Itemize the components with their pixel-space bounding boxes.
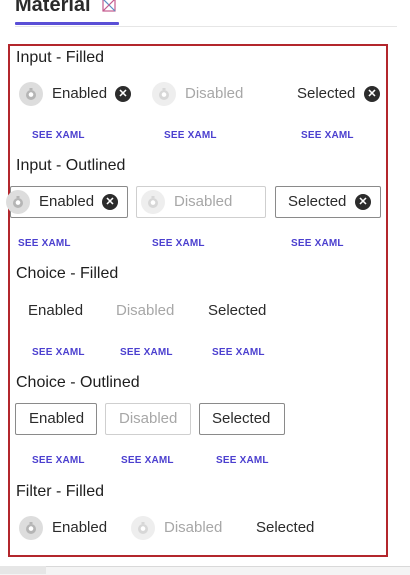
chip-input-filled-selected[interactable]: Selected xyxy=(297,85,355,102)
chip-input-outlined-disabled: Disabled xyxy=(174,193,233,210)
selection-frame xyxy=(8,44,388,557)
see-xaml-link[interactable]: SEE XAML xyxy=(212,347,265,358)
remove-icon[interactable]: ✕ xyxy=(115,86,131,102)
see-xaml-link[interactable]: SEE XAML xyxy=(301,130,354,141)
see-xaml-link[interactable]: SEE XAML xyxy=(121,455,174,466)
see-xaml-link[interactable]: SEE XAML xyxy=(32,347,85,358)
avatar-icon xyxy=(141,190,165,214)
see-xaml-link[interactable]: SEE XAML xyxy=(216,455,269,466)
section-title-input-outlined: Input - Outlined xyxy=(16,157,126,174)
avatar-icon xyxy=(6,190,30,214)
avatar-icon xyxy=(152,82,176,106)
chip-filter-filled-disabled: Disabled xyxy=(164,519,223,536)
avatar-icon xyxy=(131,516,155,540)
see-xaml-link[interactable]: SEE XAML xyxy=(18,238,71,249)
scrollbar-thumb[interactable] xyxy=(0,566,46,574)
page-title: Material xyxy=(15,0,91,16)
remove-icon[interactable]: ✕ xyxy=(355,194,371,210)
see-xaml-link[interactable]: SEE XAML xyxy=(32,455,85,466)
title-underline xyxy=(15,22,119,25)
see-xaml-link[interactable]: SEE XAML xyxy=(152,238,205,249)
header-divider xyxy=(15,26,397,27)
see-xaml-link[interactable]: SEE XAML xyxy=(32,130,85,141)
chip-input-filled-disabled: Disabled xyxy=(185,85,244,102)
remove-icon[interactable]: ✕ xyxy=(102,194,118,210)
chip-input-outlined-selected[interactable]: Selected xyxy=(288,193,346,210)
avatar-icon xyxy=(19,82,43,106)
open-in-new-window-icon[interactable] xyxy=(102,0,116,12)
section-title-input-filled: Input - Filled xyxy=(16,49,105,66)
chip-input-outlined-enabled[interactable]: Enabled xyxy=(39,193,94,210)
chip-filter-filled-selected[interactable]: Selected xyxy=(256,519,314,536)
chip-choice-outlined-enabled[interactable]: Enabled xyxy=(29,410,84,427)
chip-input-filled-enabled[interactable]: Enabled xyxy=(52,85,107,102)
chip-filter-filled-enabled[interactable]: Enabled xyxy=(52,519,107,536)
chip-choice-filled-selected[interactable]: Selected xyxy=(208,302,266,319)
chip-choice-outlined-selected[interactable]: Selected xyxy=(212,410,270,427)
section-title-choice-outlined: Choice - Outlined xyxy=(16,374,140,391)
remove-icon[interactable]: ✕ xyxy=(364,86,380,102)
chip-choice-filled-disabled: Disabled xyxy=(116,302,175,319)
section-title-filter-filled: Filter - Filled xyxy=(16,483,105,500)
chip-choice-outlined-disabled: Disabled xyxy=(119,410,178,427)
see-xaml-link[interactable]: SEE XAML xyxy=(120,347,173,358)
see-xaml-link[interactable]: SEE XAML xyxy=(291,238,344,249)
chip-choice-filled-enabled[interactable]: Enabled xyxy=(28,302,83,319)
avatar-icon xyxy=(19,516,43,540)
section-title-choice-filled: Choice - Filled xyxy=(16,265,119,282)
see-xaml-link[interactable]: SEE XAML xyxy=(164,130,217,141)
